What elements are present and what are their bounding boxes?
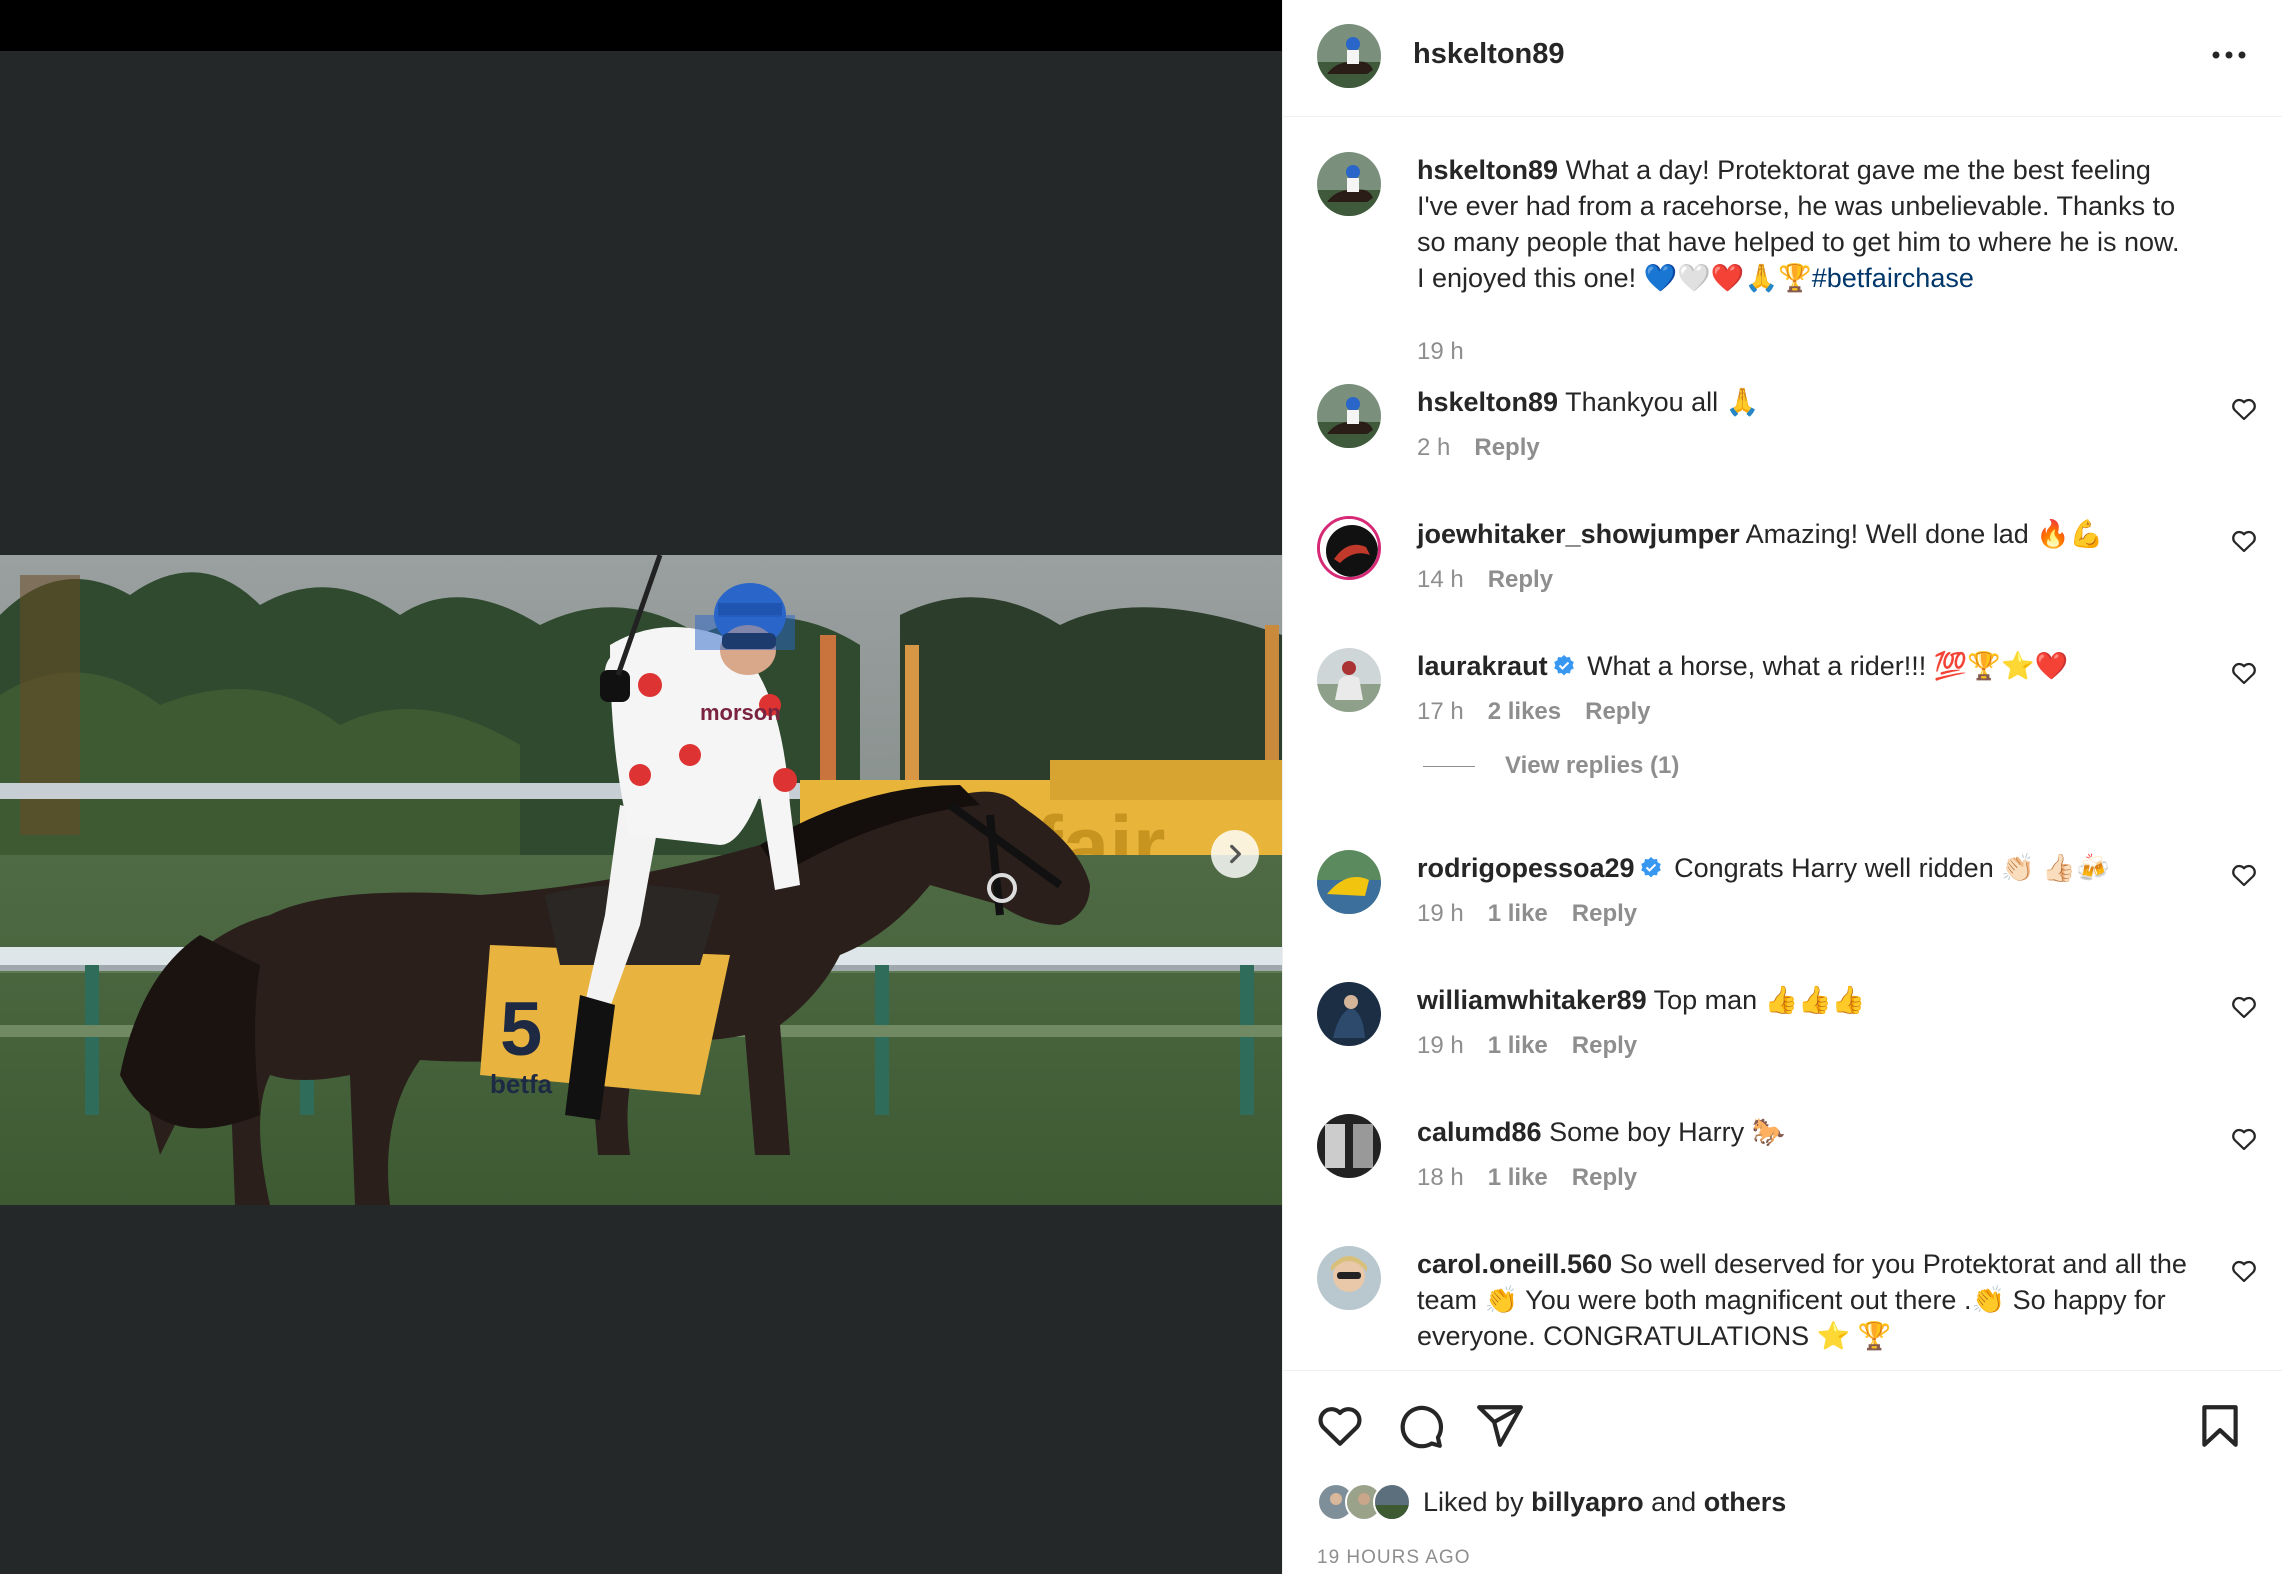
verified-badge-icon xyxy=(1640,857,1661,878)
avatar[interactable] xyxy=(1317,648,1381,712)
comment-body: Some boy Harry 🐎 xyxy=(1549,1117,1786,1147)
comment-body: What a horse, what a rider!!! 💯🏆⭐❤️ xyxy=(1587,651,2069,681)
comment-time[interactable]: 17 h xyxy=(1417,698,1464,726)
liked-by-text: Liked by billyapro and others xyxy=(1423,1487,1786,1518)
comment-meta: 14 h Reply xyxy=(1417,566,1553,594)
more-options-button[interactable] xyxy=(2207,38,2251,72)
comment-body: Amazing! Well done lad 🔥💪 xyxy=(1745,519,2104,549)
post-timestamp[interactable]: 19 HOURS AGO xyxy=(1317,1547,1471,1569)
comment-icon[interactable] xyxy=(1395,1401,1445,1451)
share-icon[interactable] xyxy=(1475,1401,1525,1451)
comment-time[interactable]: 18 h xyxy=(1417,1164,1464,1192)
heart-icon[interactable] xyxy=(2229,658,2259,688)
comment-username[interactable]: joewhitaker_showjumper xyxy=(1417,519,1740,549)
comment-likes[interactable]: 1 like xyxy=(1488,1032,1548,1060)
comment-username[interactable]: hskelton89 xyxy=(1417,387,1558,417)
post-author-username[interactable]: hskelton89 xyxy=(1413,38,1565,71)
view-replies-button[interactable]: View replies (1) xyxy=(1423,752,1679,780)
bookmark-icon[interactable] xyxy=(2195,1401,2245,1451)
silks-text: morson xyxy=(700,700,781,725)
heart-icon[interactable] xyxy=(2229,860,2259,890)
liked-by-others[interactable]: others xyxy=(1704,1487,1787,1517)
comment-time[interactable]: 19 h xyxy=(1417,1032,1464,1060)
post-sidebar: hskelton89 hskelton89 What a day! Protek… xyxy=(1282,0,2282,1574)
view-replies-label: View replies (1) xyxy=(1505,752,1680,779)
heart-icon[interactable] xyxy=(2229,394,2259,424)
comment-username[interactable]: calumd86 xyxy=(1417,1117,1542,1147)
comment-time[interactable]: 2 h xyxy=(1417,434,1450,462)
comment-body: Thankyou all 🙏 xyxy=(1565,387,1760,417)
divider-line xyxy=(1423,765,1475,767)
comment-meta: 17 h 2 likes Reply xyxy=(1417,698,1650,726)
comment-username[interactable]: carol.oneill.560 xyxy=(1417,1249,1612,1279)
heart-icon[interactable] xyxy=(2229,1256,2259,1286)
comment-time[interactable]: 14 h xyxy=(1417,566,1464,594)
reply-button[interactable]: Reply xyxy=(1572,1032,1637,1060)
media-top-bar xyxy=(0,0,1282,51)
caption-meta: 19 h xyxy=(1417,338,1464,366)
saddle-cloth-number: 5 xyxy=(500,987,542,1072)
liked-by-prefix: Liked by xyxy=(1423,1486,1524,1517)
next-photo-button[interactable] xyxy=(1211,830,1259,878)
caption-text: hskelton89 What a day! Protektorat gave … xyxy=(1417,152,2187,296)
caption-time[interactable]: 19 h xyxy=(1417,338,1464,366)
liked-by-avatars[interactable] xyxy=(1317,1483,1411,1521)
reply-button[interactable]: Reply xyxy=(1572,1164,1637,1192)
reply-button[interactable]: Reply xyxy=(1488,566,1553,594)
avatar[interactable] xyxy=(1317,1114,1381,1178)
avatar xyxy=(1373,1483,1411,1521)
avatar[interactable] xyxy=(1317,1246,1381,1310)
more-options-icon xyxy=(2212,51,2246,59)
avatar[interactable] xyxy=(1317,384,1381,448)
comment-likes[interactable]: 1 like xyxy=(1488,1164,1548,1192)
media-pane: etfair 5 betfa xyxy=(0,0,1282,1574)
liked-by-middle: and xyxy=(1651,1486,1697,1517)
comment-text: laurakraut What a horse, what a rider!!!… xyxy=(1417,648,2187,684)
comment-likes[interactable]: 1 like xyxy=(1488,900,1548,928)
avatar[interactable] xyxy=(1317,850,1381,914)
avatar[interactable] xyxy=(1317,516,1381,580)
heart-icon[interactable] xyxy=(2229,526,2259,556)
post-actions: Liked by billyapro and others 19 HOURS A… xyxy=(1283,1370,2282,1574)
chevron-right-icon xyxy=(1230,844,1241,864)
avatar[interactable] xyxy=(1317,152,1381,216)
comment-text: carol.oneill.560 So well deserved for yo… xyxy=(1417,1246,2187,1354)
post-photo[interactable]: etfair 5 betfa xyxy=(0,555,1282,1205)
post-header: hskelton89 xyxy=(1283,0,2282,117)
heart-icon[interactable] xyxy=(2229,992,2259,1022)
saddle-cloth-brand: betfa xyxy=(490,1069,553,1099)
liked-by-row: Liked by billyapro and others xyxy=(1317,1483,1786,1521)
comment-username[interactable]: laurakraut xyxy=(1417,651,1548,681)
comment-time[interactable]: 19 h xyxy=(1417,900,1464,928)
comment-likes[interactable]: 2 likes xyxy=(1488,698,1561,726)
comment-text: williamwhitaker89 Top man 👍👍👍 xyxy=(1417,982,2187,1018)
avatar[interactable] xyxy=(1317,982,1381,1046)
reply-button[interactable]: Reply xyxy=(1474,434,1539,462)
heart-icon[interactable] xyxy=(2229,1124,2259,1154)
reply-button[interactable]: Reply xyxy=(1585,698,1650,726)
comment-meta: 19 h 1 like Reply xyxy=(1417,900,1637,928)
comment-text: calumd86 Some boy Harry 🐎 xyxy=(1417,1114,2187,1150)
reply-button[interactable]: Reply xyxy=(1572,900,1637,928)
comment-body: Top man 👍👍👍 xyxy=(1653,985,1866,1015)
racehorse-photo: etfair 5 betfa xyxy=(0,555,1282,1205)
caption-hashtag[interactable]: #betfairchase xyxy=(1812,263,1974,293)
comment-text: rodrigopessoa29 Congrats Harry well ridd… xyxy=(1417,850,2187,886)
comment-body: Congrats Harry well ridden 👏🏻 👍🏻🍻 xyxy=(1674,853,2110,883)
heart-icon[interactable] xyxy=(1315,1401,1365,1451)
verified-badge-icon xyxy=(1553,655,1574,676)
comment-text: hskelton89 Thankyou all 🙏 xyxy=(1417,384,2187,420)
comment-meta: 19 h 1 like Reply xyxy=(1417,1032,1637,1060)
liked-by-user[interactable]: billyapro xyxy=(1531,1487,1644,1517)
comment-text: joewhitaker_showjumper Amazing! Well don… xyxy=(1417,516,2187,552)
comment-meta: 2 h Reply xyxy=(1417,434,1540,462)
comment-username[interactable]: williamwhitaker89 xyxy=(1417,985,1647,1015)
comment-username[interactable]: rodrigopessoa29 xyxy=(1417,853,1635,883)
comment-meta: 18 h 1 like Reply xyxy=(1417,1164,1637,1192)
caption-username[interactable]: hskelton89 xyxy=(1417,155,1558,185)
avatar[interactable] xyxy=(1317,24,1381,88)
comments-list[interactable]: hskelton89 What a day! Protektorat gave … xyxy=(1283,118,2282,1360)
